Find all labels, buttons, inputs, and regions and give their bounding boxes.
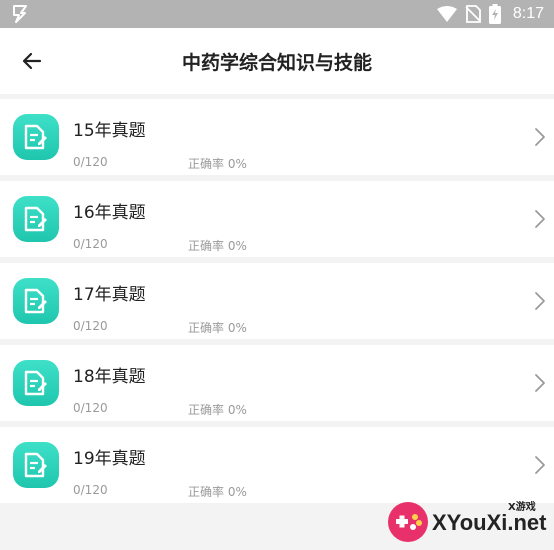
wifi-icon (436, 6, 457, 22)
status-time: 8:17 (512, 5, 544, 22)
item-accuracy: 正确率 0% (188, 239, 247, 253)
chevron-right-icon (535, 456, 545, 474)
document-edit-icon (13, 278, 59, 324)
battery-charging-icon (488, 4, 501, 24)
watermark-text: XYouXi.net (432, 510, 547, 535)
chevron-right-icon (535, 374, 545, 392)
item-progress: 0/120 (73, 483, 108, 497)
page-title: 中药学综合知识与技能 (181, 52, 372, 74)
item-progress: 0/120 (73, 319, 108, 333)
item-title: 16年真题 (73, 203, 146, 223)
item-title: 17年真题 (73, 285, 146, 305)
no-sim-icon (465, 5, 481, 23)
gamepad-logo-icon (388, 502, 428, 542)
item-progress: 0/120 (73, 155, 108, 169)
chevron-right-icon (535, 292, 545, 310)
list-item[interactable]: 16年真题 0/120 正确率 0% (0, 181, 554, 257)
document-edit-icon (13, 114, 59, 160)
title-bar: 中药学综合知识与技能 (0, 28, 554, 94)
item-accuracy: 正确率 0% (188, 321, 247, 335)
item-progress: 0/120 (73, 401, 108, 415)
item-accuracy: 正确率 0% (188, 403, 247, 417)
bolt-icon (13, 5, 27, 23)
item-accuracy: 正确率 0% (188, 157, 247, 171)
list-item[interactable]: 15年真题 0/120 正确率 0% (0, 99, 554, 175)
item-accuracy: 正确率 0% (188, 485, 247, 499)
watermark: X游戏 XYouXi.net (380, 492, 554, 550)
item-title: 15年真题 (73, 121, 146, 141)
item-title: 18年真题 (73, 367, 146, 387)
list-item[interactable]: 17年真题 0/120 正确率 0% (0, 263, 554, 339)
item-progress: 0/120 (73, 237, 108, 251)
document-edit-icon (13, 442, 59, 488)
list-item[interactable]: 18年真题 0/120 正确率 0% (0, 345, 554, 421)
document-edit-icon (13, 196, 59, 242)
chevron-right-icon (535, 210, 545, 228)
chevron-right-icon (535, 128, 545, 146)
item-title: 19年真题 (73, 449, 146, 469)
status-bar: 8:17 (0, 0, 554, 28)
document-edit-icon (13, 360, 59, 406)
